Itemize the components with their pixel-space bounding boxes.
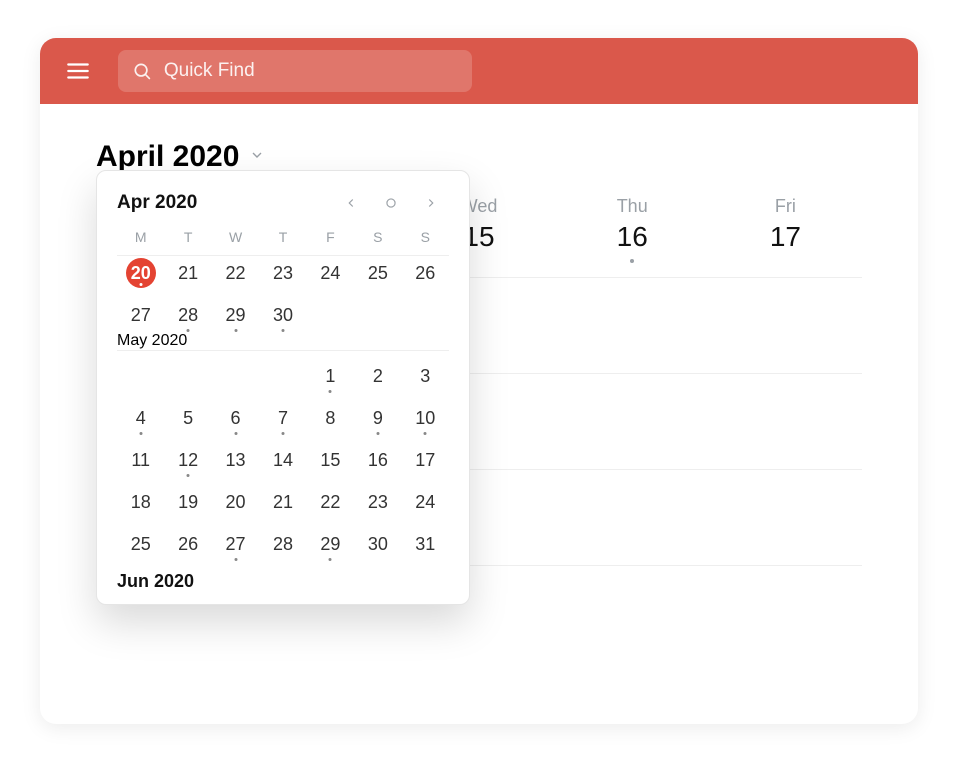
next-month-button[interactable]: [413, 189, 449, 217]
day-cell[interactable]: 11: [117, 443, 164, 477]
day-cell[interactable]: 30: [354, 527, 401, 561]
day-cell[interactable]: 15: [307, 443, 354, 477]
chevron-left-icon: [344, 196, 358, 210]
day-cell[interactable]: 14: [259, 443, 306, 477]
weekday-header-cell: T: [259, 229, 306, 245]
day-cell[interactable]: 7: [259, 401, 306, 435]
content-area: April 2020 Wed 15 Thu 16 Fri 17: [40, 104, 918, 724]
day-cell[interactable]: 29: [212, 298, 259, 332]
day-cell[interactable]: 12: [164, 443, 211, 477]
day-cell[interactable]: 26: [164, 527, 211, 561]
today-button[interactable]: [373, 189, 409, 217]
weekday-label: Fri: [709, 196, 862, 217]
day-cell[interactable]: 21: [259, 485, 306, 519]
circle-icon: [384, 196, 398, 210]
day-cell[interactable]: 25: [354, 256, 401, 290]
app-window: April 2020 Wed 15 Thu 16 Fri 17: [40, 38, 918, 724]
empty-cell: [117, 359, 164, 393]
popover-month-title: Apr 2020: [117, 192, 197, 214]
day-cell[interactable]: 17: [402, 443, 449, 477]
day-cell[interactable]: 26: [402, 256, 449, 290]
day-cell[interactable]: 2: [354, 359, 401, 393]
search-input[interactable]: [164, 60, 458, 82]
menu-button[interactable]: [58, 51, 98, 91]
day-cell[interactable]: 13: [212, 443, 259, 477]
weekday-header-row: MTWTFSS: [117, 225, 449, 256]
weekday-label: Thu: [556, 196, 709, 217]
search-icon: [132, 60, 152, 82]
empty-cell: [212, 359, 259, 393]
day-cell[interactable]: 16: [354, 443, 401, 477]
day-cell[interactable]: 27: [212, 527, 259, 561]
month-grid: 1234567891011121314151617181920212223242…: [117, 350, 449, 561]
day-cell[interactable]: 5: [164, 401, 211, 435]
day-cell[interactable]: 23: [354, 485, 401, 519]
day-cell[interactable]: 23: [259, 256, 306, 290]
weekday-col[interactable]: Thu 16: [556, 196, 709, 253]
day-cell[interactable]: 25: [117, 527, 164, 561]
day-cell[interactable]: 3: [402, 359, 449, 393]
day-cell[interactable]: 29: [307, 527, 354, 561]
day-cell[interactable]: 20: [117, 256, 164, 290]
day-cell[interactable]: 8: [307, 401, 354, 435]
day-cell[interactable]: 24: [402, 485, 449, 519]
chevron-down-icon[interactable]: [249, 147, 265, 168]
day-cell[interactable]: 24: [307, 256, 354, 290]
day-cell[interactable]: 22: [212, 256, 259, 290]
header-bar: [40, 38, 918, 104]
day-cell[interactable]: 27: [117, 298, 164, 332]
day-cell[interactable]: 31: [402, 527, 449, 561]
day-cell[interactable]: 6: [212, 401, 259, 435]
date-picker-popover: Apr 2020 MTWTFSS 2021222324252627282930M…: [96, 170, 470, 605]
search-box[interactable]: [118, 50, 472, 92]
weekday-number: 16: [617, 221, 648, 253]
weekday-header-cell: T: [164, 229, 211, 245]
day-cell[interactable]: 28: [259, 527, 306, 561]
weekday-header-cell: S: [354, 229, 401, 245]
day-cell[interactable]: 21: [164, 256, 211, 290]
popover-nav: [333, 189, 449, 217]
weekday-header-cell: W: [212, 229, 259, 245]
popover-header: Apr 2020: [117, 187, 449, 225]
weekday-header-cell: F: [307, 229, 354, 245]
weekday-col[interactable]: Fri 17: [709, 196, 862, 253]
day-cell[interactable]: 9: [354, 401, 401, 435]
month-heading: May 2020: [117, 332, 449, 350]
page-title: April 2020: [96, 140, 239, 174]
day-cell[interactable]: 19: [164, 485, 211, 519]
weekday-header-cell: S: [402, 229, 449, 245]
day-cell[interactable]: 22: [307, 485, 354, 519]
weekday-header-cell: M: [117, 229, 164, 245]
prev-month-button[interactable]: [333, 189, 369, 217]
menu-icon: [65, 58, 91, 84]
day-cell[interactable]: 30: [259, 298, 306, 332]
month-grid: 20212223242526 27282930: [117, 256, 449, 332]
day-cell[interactable]: 1: [307, 359, 354, 393]
next-month-label: Jun 2020: [117, 561, 449, 596]
title-row[interactable]: April 2020: [96, 140, 862, 174]
chevron-right-icon: [424, 196, 438, 210]
weekday-number: 17: [770, 221, 801, 253]
day-cell[interactable]: 20: [212, 485, 259, 519]
day-cell[interactable]: 28: [164, 298, 211, 332]
empty-cell: [164, 359, 211, 393]
empty-cell: [259, 359, 306, 393]
day-cell[interactable]: 4: [117, 401, 164, 435]
day-cell[interactable]: 10: [402, 401, 449, 435]
day-cell[interactable]: 18: [117, 485, 164, 519]
